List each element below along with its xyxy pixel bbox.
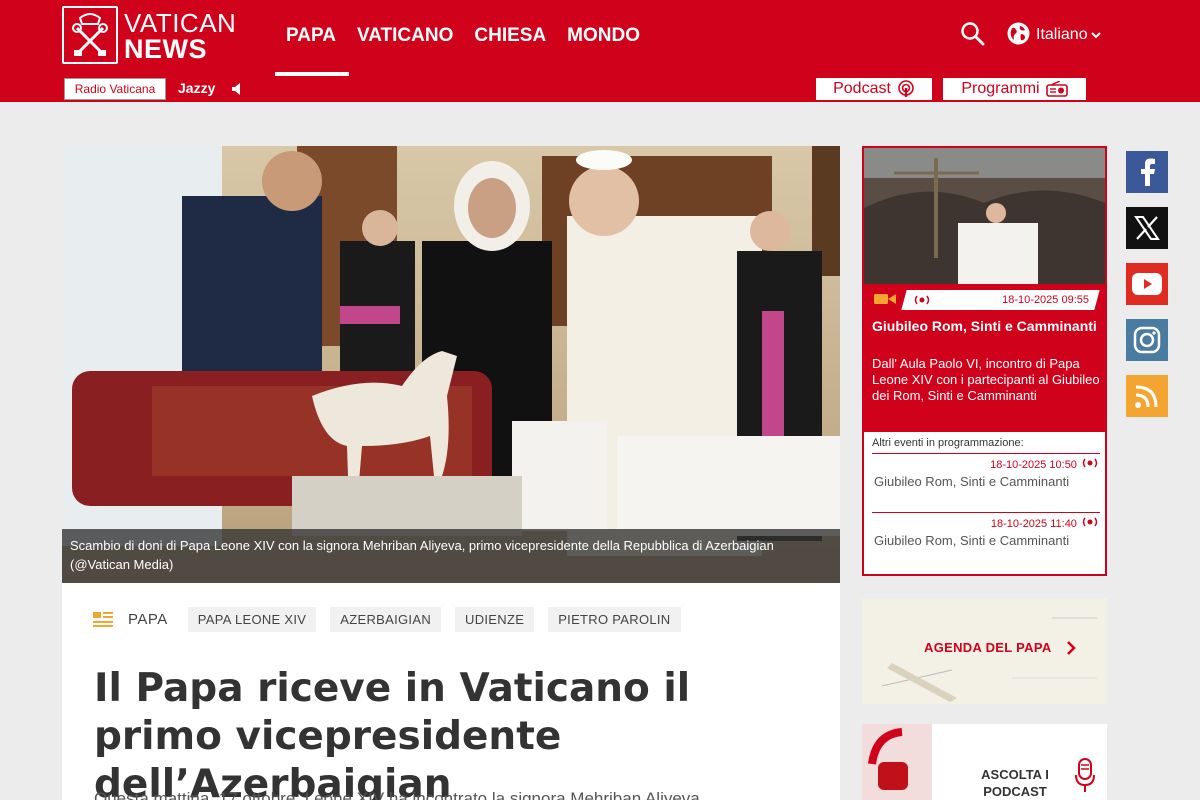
language-label: Italiano xyxy=(1036,26,1088,43)
article-category-icon xyxy=(93,611,113,627)
events-heading: Altri eventi in programmazione: xyxy=(872,437,1024,449)
rss-icon[interactable] xyxy=(1126,375,1168,417)
microphone-icon xyxy=(1075,758,1095,792)
article-title: Il Papa riceve in Vaticano il primo vice… xyxy=(94,666,691,800)
video-camera-icon xyxy=(874,294,896,304)
live-description: Dall' Aula Paolo VI, incontro di Papa Le… xyxy=(872,356,1100,403)
tag-udienze[interactable]: UDIENZE xyxy=(455,607,535,632)
x-icon[interactable] xyxy=(1126,207,1168,249)
hero-photo xyxy=(62,146,840,583)
article-tags: PAPA PAPA LEONE XIV AZERBAIGIAN UDIENZE … xyxy=(92,607,681,632)
live-datetime: 18-10-2025 09:55 xyxy=(1002,294,1089,306)
radio-icon xyxy=(1045,81,1068,97)
ascolta-podcast-card[interactable]: ASCOLTA I PODCAST xyxy=(862,724,1107,800)
live-broadcast-icon xyxy=(1082,458,1098,468)
instagram-icon[interactable] xyxy=(1126,319,1168,361)
podcast-button-label: Podcast xyxy=(833,80,891,97)
search-icon[interactable] xyxy=(960,21,986,47)
tag-azerbaigian[interactable]: AZERBAIGIAN xyxy=(330,607,442,632)
nav-chiesa[interactable]: CHIESA xyxy=(474,25,546,47)
chevron-right-icon xyxy=(1067,641,1076,655)
agenda-del-papa-card[interactable]: AGENDA DEL PAPA xyxy=(862,598,1107,704)
site-header: VATICAN NEWS PAPA VATICANO CHIESA MONDO … xyxy=(0,0,1200,102)
photo-caption: Scambio di doni di Papa Leone XIV con la… xyxy=(62,529,840,583)
radio-channel-label: Jazzy xyxy=(178,80,216,96)
vatican-news-logo[interactable]: VATICAN NEWS xyxy=(62,6,247,64)
event-datetime: 18-10-2025 10:50 xyxy=(990,458,1100,471)
programmi-button-label: Programmi xyxy=(961,80,1040,97)
event-title: Giubileo Rom, Sinti e Camminanti xyxy=(874,533,1070,548)
podcast-card-label: ASCOLTA I PODCAST xyxy=(970,766,1060,800)
live-broadcast-icon xyxy=(1082,517,1098,527)
nav-papa[interactable]: PAPA xyxy=(275,25,349,76)
live-event-card[interactable]: 18-10-2025 09:55 Giubileo Rom, Sinti e C… xyxy=(862,146,1107,576)
event-datetime-text: 18-10-2025 11:40 xyxy=(990,518,1077,530)
article-hero-image[interactable]: Scambio di doni di Papa Leone XIV con la… xyxy=(62,146,840,583)
globe-icon[interactable] xyxy=(1006,21,1031,46)
agenda-label: AGENDA DEL PAPA xyxy=(924,640,1052,655)
podcast-icon xyxy=(898,80,914,97)
headphones-image xyxy=(862,724,932,800)
article-lead: Questa mattina, 17 ottobre, Leone XIV ha… xyxy=(94,789,700,800)
tag-pietro-parolin[interactable]: PIETRO PAROLIN xyxy=(548,607,681,632)
language-selector[interactable]: Italiano xyxy=(1036,26,1101,44)
nav-mondo[interactable]: MONDO xyxy=(567,25,640,47)
live-pill: 18-10-2025 09:55 xyxy=(904,290,1097,310)
live-event-panel: 18-10-2025 09:55 Giubileo Rom, Sinti e C… xyxy=(864,284,1105,432)
logo-text-news: NEWS xyxy=(124,34,207,64)
keys-emblem-icon xyxy=(62,6,118,64)
radio-vaticana-button[interactable]: Radio Vaticana xyxy=(64,78,166,100)
nav-vaticano[interactable]: VATICANO xyxy=(357,25,453,47)
podcast-button[interactable]: Podcast xyxy=(816,78,932,100)
facebook-icon[interactable] xyxy=(1126,151,1168,193)
main-nav: PAPA VATICANO CHIESA MONDO xyxy=(275,25,640,76)
tag-papa-leone-xiv[interactable]: PAPA LEONE XIV xyxy=(187,607,317,632)
programmi-button[interactable]: Programmi xyxy=(943,78,1086,100)
event-item[interactable]: 18-10-2025 11:40 Giubileo Rom, Sinti e C… xyxy=(872,512,1100,572)
event-datetime: 18-10-2025 11:40 xyxy=(991,517,1100,530)
section-link[interactable]: PAPA xyxy=(128,611,168,628)
podcast-line1: ASCOLTA I xyxy=(981,767,1049,782)
live-event-image xyxy=(864,148,1105,284)
event-title: Giubileo Rom, Sinti e Camminanti xyxy=(874,474,1070,489)
event-datetime-text: 18-10-2025 10:50 xyxy=(990,459,1077,471)
live-title[interactable]: Giubileo Rom, Sinti e Camminanti xyxy=(872,318,1097,335)
live-broadcast-icon xyxy=(914,295,930,305)
podcast-line2: PODCAST xyxy=(983,784,1047,799)
article-card: PAPA PAPA LEONE XIV AZERBAIGIAN UDIENZE … xyxy=(62,583,840,800)
chevron-down-icon xyxy=(1090,32,1101,39)
youtube-icon[interactable] xyxy=(1126,263,1168,305)
speaker-icon[interactable] xyxy=(231,82,245,96)
event-item[interactable]: 18-10-2025 10:50 Giubileo Rom, Sinti e C… xyxy=(872,453,1100,513)
